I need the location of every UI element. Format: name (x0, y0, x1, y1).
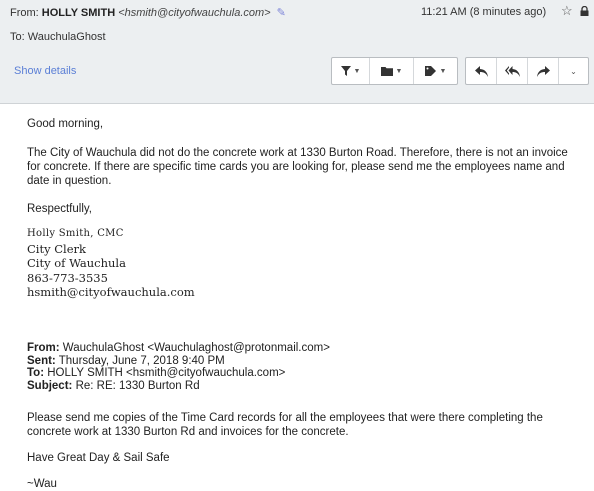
signature-email[interactable]: hsmith@cityofwauchula.com (27, 285, 195, 300)
label-button[interactable]: ▼ (414, 58, 457, 84)
tag-icon (424, 66, 436, 76)
message-tools-group: ▼ ▼ ▼ (331, 57, 458, 85)
greeting: Good morning, (27, 118, 104, 130)
quoted-from-label: From: (27, 342, 60, 354)
show-details-link[interactable]: Show details (14, 65, 76, 77)
quoted-sent-label: Sent: (27, 354, 56, 367)
from-line: From: HOLLY SMITH <hsmith@cityofwauchula… (10, 6, 286, 19)
message-header: From: HOLLY SMITH <hsmith@cityofwauchula… (0, 0, 594, 104)
quoted-paragraph: Please send me copies of the Time Card r… (27, 412, 543, 438)
reply-all-icon (504, 65, 520, 77)
reply-all-button[interactable] (497, 58, 528, 84)
quoted-to-value: HOLLY SMITH <hsmith@cityofwauchula.com> (47, 367, 286, 379)
more-icon: ⌄ (570, 66, 577, 76)
chevron-down-icon: ▼ (395, 67, 403, 75)
quoted-body: Please send me copies of the Time Card r… (27, 411, 582, 491)
reply-button[interactable] (466, 58, 497, 84)
to-line: To: WauchulaGhost (10, 31, 106, 43)
message-body: Good morning, The City of Wauchula did n… (27, 117, 577, 216)
sender-name[interactable]: HOLLY SMITH (42, 7, 115, 19)
move-to-folder-button[interactable]: ▼ (370, 58, 414, 84)
quoted-header: From: WauchulaGhost <Wauchulaghost@proto… (27, 342, 330, 392)
quoted-subject-label: Subject: (27, 379, 73, 392)
signature-title: City Clerk (27, 241, 86, 256)
to-prefix: To: (10, 31, 25, 43)
signature-phone: 863-773-3535 (27, 270, 108, 285)
folder-icon (380, 66, 393, 76)
message-time: 11:21 AM (8 minutes ago) (421, 6, 547, 18)
sender-email[interactable]: <hsmith@cityofwauchula.com> (118, 7, 270, 19)
signature-block: Holly Smith, CMC City Clerk City of Wauc… (27, 227, 195, 300)
closing: Respectfully, (27, 203, 92, 215)
reply-actions-group: ⌄ (465, 57, 589, 85)
recipient-name[interactable]: WauchulaGhost (28, 31, 106, 43)
quoted-subject-value: Re: RE: 1330 Burton Rd (75, 379, 200, 392)
quoted-farewell: Have Great Day & Sail Safe (27, 452, 170, 464)
quoted-to-label: To: (27, 367, 45, 379)
reply-icon (474, 65, 488, 77)
from-prefix: From: (10, 7, 39, 19)
quoted-from-value: WauchulaGhost <Wauchulaghost@protonmail.… (62, 342, 330, 354)
forward-button[interactable] (528, 58, 559, 84)
pencil-icon[interactable]: ✎ (277, 7, 286, 19)
chevron-down-icon: ▼ (439, 67, 447, 75)
paragraph-main: The City of Wauchula did not do the conc… (27, 147, 568, 187)
forward-icon (536, 65, 550, 77)
filter-icon (340, 66, 351, 76)
quoted-sent-value: Thursday, June 7, 2018 9:40 PM (58, 354, 225, 367)
signature-org: City of Wauchula (27, 256, 126, 271)
chevron-down-icon: ▼ (353, 67, 361, 75)
star-icon[interactable]: ☆ (561, 3, 573, 19)
lock-icon (580, 6, 589, 16)
more-button[interactable]: ⌄ (559, 58, 588, 84)
signature-name: Holly Smith, CMC (27, 228, 124, 239)
filter-button[interactable]: ▼ (332, 58, 370, 84)
quoted-sign: ~Wau (27, 478, 57, 490)
